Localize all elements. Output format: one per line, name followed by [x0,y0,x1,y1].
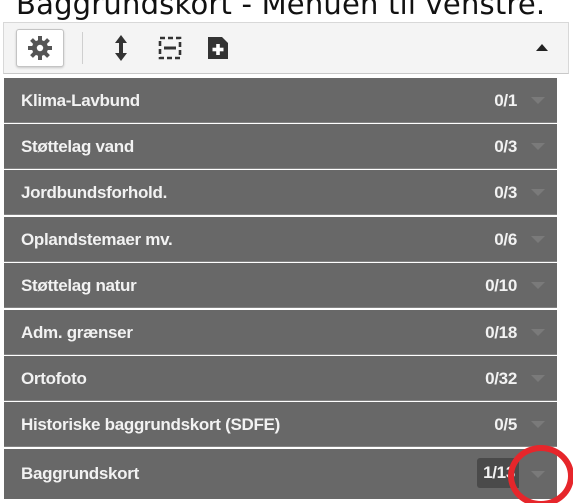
layer-toolbar [3,22,569,74]
layer-count-badge: 0/3 [494,137,517,156]
layer-group-list: Klima-Lavbund 0/1 Støttelag vand 0/3 Jor… [4,78,570,503]
layer-count-badge: 0/3 [494,183,517,202]
layer-group-label: Støttelag vand [21,137,134,156]
layer-group-baggrundskort[interactable]: Baggrundskort 1/13 [4,449,557,499]
layer-group-label: Ortofoto [21,369,87,388]
layer-group-adm-graenser[interactable]: Adm. grænser 0/18 [4,310,557,355]
expand-vertical-icon [115,35,127,61]
layer-group-oplandstemaer[interactable]: Oplandstemaer mv. 0/6 [4,217,557,262]
layer-count-badge: 0/18 [485,323,517,342]
layer-count-badge: 0/1 [494,91,517,110]
layer-group-label: Oplandstemaer mv. [21,230,173,249]
layer-group-ortofoto[interactable]: Ortofoto 0/32 [4,356,557,401]
toolbar-separator [82,32,83,64]
layer-group-label: Jordbundsforhold. [21,183,167,202]
collapse-all-button[interactable] [151,29,189,67]
layer-group-klima-lavbund[interactable]: Klima-Lavbund 0/1 [4,78,557,123]
settings-gear-icon [28,36,52,60]
layer-group-label: Adm. grænser [21,323,133,342]
chevron-up-icon [536,44,548,51]
chevron-down-icon[interactable] [531,281,545,291]
chevron-down-icon[interactable] [531,235,545,245]
chevron-down-icon[interactable] [531,374,545,384]
layer-group-stottelag-vand[interactable]: Støttelag vand 0/3 [4,124,557,169]
layer-count-badge: 0/5 [494,415,517,434]
layer-count-badge: 0/10 [485,276,517,295]
add-layer-button[interactable] [201,29,235,67]
annotation-circle [508,445,573,503]
instruction-caption: Baggrundskort - Menuen til venstre. [16,0,546,21]
chevron-down-icon[interactable] [531,188,545,198]
expand-all-button[interactable] [103,29,139,67]
collapse-icon [158,36,182,60]
layer-group-label: Baggrundskort [21,464,139,483]
settings-button[interactable] [16,29,64,67]
chevron-down-icon[interactable] [531,142,545,152]
chevron-down-icon[interactable] [531,420,545,430]
layer-group-jordbundsforhold[interactable]: Jordbundsforhold. 0/3 [4,170,557,215]
layer-group-label: Klima-Lavbund [21,91,140,110]
layer-count-badge: 0/6 [494,230,517,249]
layer-count-badge: 0/32 [485,369,517,388]
layer-group-label: Historiske baggrundskort (SDFE) [21,415,280,434]
chevron-down-icon[interactable] [531,328,545,338]
chevron-down-icon[interactable] [531,96,545,106]
layer-group-stottelag-natur[interactable]: Støttelag natur 0/10 [4,263,557,308]
panel-edge [557,78,569,503]
add-plus-icon [208,37,228,59]
layer-group-historiske-baggrundskort[interactable]: Historiske baggrundskort (SDFE) 0/5 [4,402,557,447]
layer-group-label: Støttelag natur [21,276,137,295]
collapse-panel-button[interactable] [525,29,559,67]
